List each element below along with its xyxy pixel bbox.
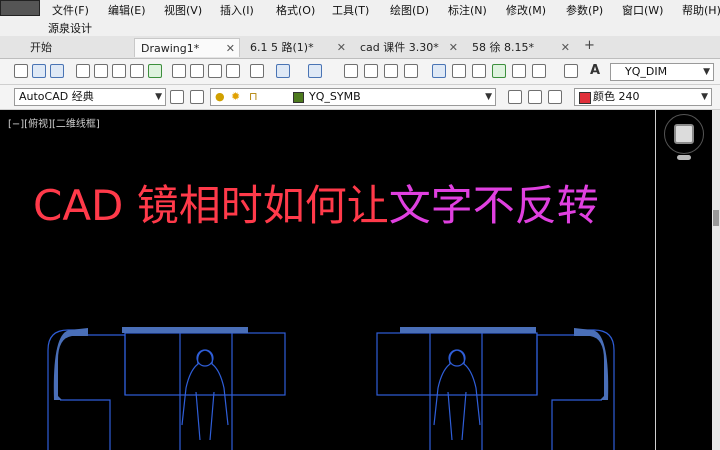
sofa-right-table: [429, 395, 483, 450]
sofa-left: [47, 329, 286, 450]
sofa-left-main-frame: [124, 332, 286, 396]
sofa-right-backrest: [400, 327, 536, 333]
sofa-right-seat-line: [551, 399, 602, 450]
sofa-left-cushion-curve: [53, 328, 88, 400]
person-left-head: [196, 349, 214, 367]
sofa-right-cushion-curve: [574, 328, 609, 400]
sofa-left-table: [179, 395, 233, 450]
sofa-left-backrest: [122, 327, 248, 333]
sofa-left-armchair-outline: [47, 329, 126, 395]
sofa-drawing: [47, 327, 615, 450]
person-right-head: [448, 349, 466, 367]
sofa-right-main-frame: [376, 332, 538, 396]
sofa-right-armchair-outline: [536, 329, 615, 395]
sofa-right: [376, 329, 615, 450]
sofa-left-seat-line: [60, 399, 111, 450]
